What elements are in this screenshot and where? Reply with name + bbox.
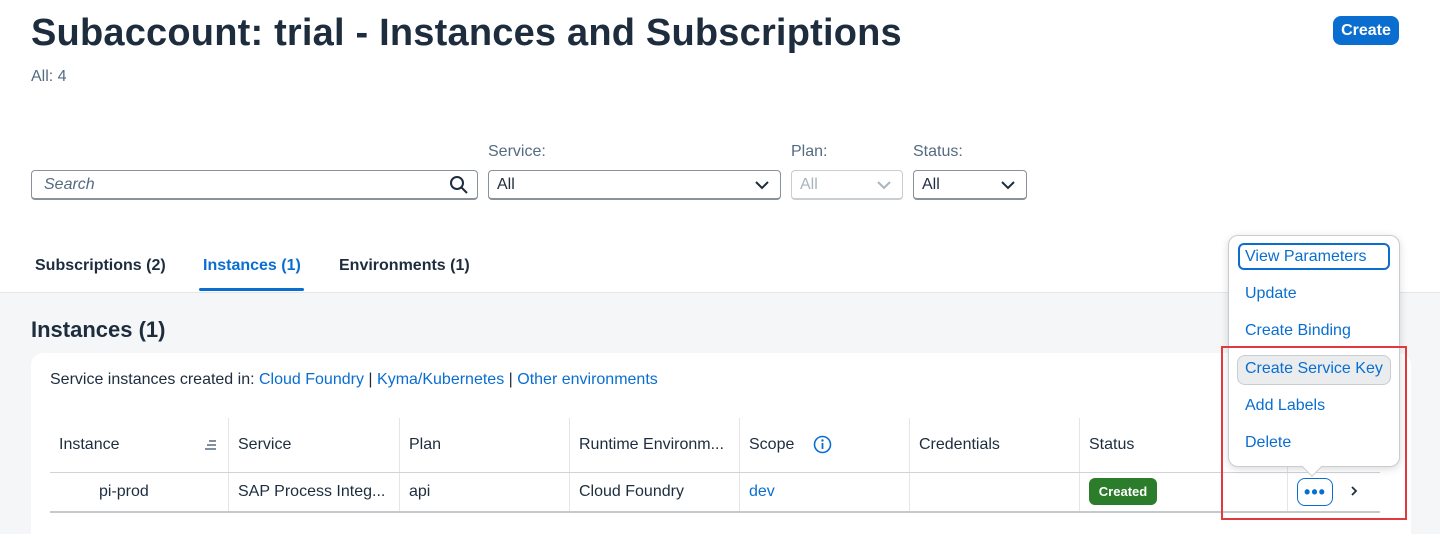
column-header-instance[interactable]: Instance — [59, 436, 119, 454]
column-divider — [739, 418, 740, 511]
cloud-foundry-link[interactable]: Cloud Foundry — [259, 371, 364, 388]
info-icon[interactable] — [813, 435, 832, 454]
item-count: All: 4 — [31, 68, 67, 85]
search-icon[interactable] — [449, 175, 469, 195]
info-prefix: Service instances created in: — [50, 371, 255, 388]
cell-plan: api — [409, 483, 431, 500]
environment-info: Service instances created in: Cloud Foun… — [50, 371, 658, 389]
plan-select-value: All — [800, 176, 818, 193]
tab-subscriptions[interactable]: Subscriptions (2) — [35, 257, 166, 275]
status-filter-label: Status: — [913, 143, 963, 160]
chevron-down-icon — [1001, 181, 1015, 190]
column-divider — [569, 418, 570, 511]
plan-select: All — [791, 170, 903, 200]
create-button[interactable]: Create — [1333, 16, 1399, 45]
status-select-value: All — [922, 176, 940, 193]
column-divider — [909, 418, 910, 511]
column-header-runtime[interactable]: Runtime Environm... — [579, 436, 724, 454]
plan-filter-label: Plan: — [791, 143, 828, 160]
status-select[interactable]: All — [913, 170, 1027, 200]
kyma-kubernetes-link[interactable]: Kyma/Kubernetes — [377, 371, 504, 388]
header-divider — [50, 472, 1380, 473]
cell-service: SAP Process Integ... — [238, 483, 386, 500]
service-select-value: All — [497, 176, 515, 193]
chevron-down-icon — [755, 181, 769, 190]
annotation-highlight-box — [1221, 346, 1407, 520]
sort-icon[interactable] — [204, 439, 218, 451]
menu-item-create-binding[interactable]: Create Binding — [1245, 322, 1351, 340]
status-badge: Created — [1089, 478, 1157, 505]
page-header: Subaccount: trial - Instances and Subscr… — [0, 0, 1440, 292]
column-divider — [228, 418, 229, 511]
search-input[interactable]: Search — [31, 170, 478, 200]
menu-item-update[interactable]: Update — [1245, 285, 1297, 303]
active-tab-indicator — [199, 288, 304, 291]
cell-instance: pi-prod — [99, 483, 149, 500]
column-header-credentials[interactable]: Credentials — [919, 436, 1000, 454]
section-title: Instances (1) — [31, 317, 166, 342]
column-header-status[interactable]: Status — [1089, 436, 1134, 454]
tab-instances[interactable]: Instances (1) — [203, 257, 301, 275]
column-header-plan[interactable]: Plan — [409, 436, 441, 454]
search-placeholder: Search — [44, 176, 95, 193]
service-select[interactable]: All — [488, 170, 781, 200]
row-divider — [50, 511, 1380, 513]
cell-runtime: Cloud Foundry — [579, 483, 684, 500]
column-header-service[interactable]: Service — [238, 436, 291, 454]
tab-environments[interactable]: Environments (1) — [339, 257, 470, 275]
cell-scope-link[interactable]: dev — [749, 483, 775, 501]
column-divider — [1079, 418, 1080, 511]
chevron-down-icon — [877, 181, 891, 190]
service-filter-label: Service: — [488, 143, 546, 160]
link-separator: | — [508, 371, 513, 388]
menu-item-view-parameters[interactable]: View Parameters — [1245, 248, 1367, 266]
page-title: Subaccount: trial - Instances and Subscr… — [31, 12, 902, 54]
other-environments-link[interactable]: Other environments — [517, 371, 658, 388]
column-divider — [399, 418, 400, 511]
link-separator: | — [368, 371, 373, 388]
column-header-scope[interactable]: Scope — [749, 436, 794, 454]
